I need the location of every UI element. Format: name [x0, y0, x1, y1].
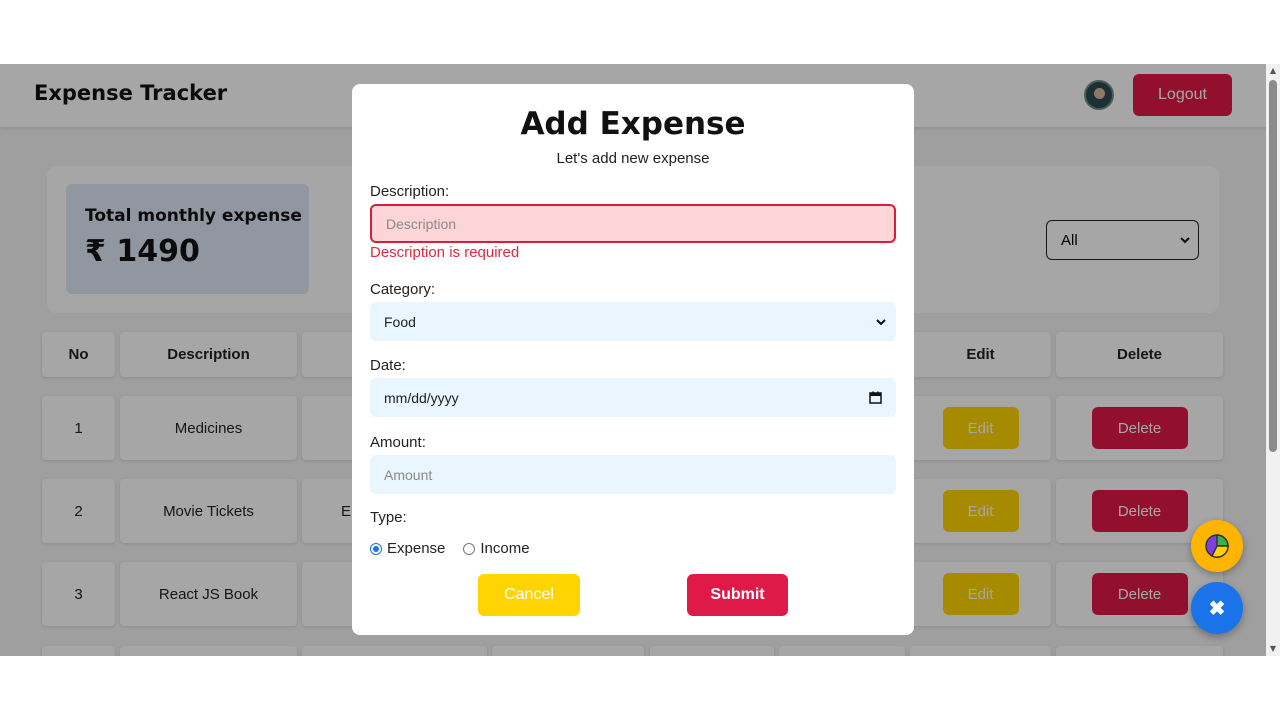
type-expense-radio[interactable]: [370, 542, 382, 555]
scroll-up-icon[interactable]: ▲: [1268, 66, 1278, 76]
submit-button[interactable]: Submit: [687, 574, 788, 616]
category-select-value: Food: [384, 313, 416, 330]
close-fab-button[interactable]: ✖: [1191, 582, 1243, 634]
category-select[interactable]: Food: [370, 302, 896, 341]
type-expense-label[interactable]: Expense: [387, 540, 445, 557]
date-label: Date:: [370, 357, 406, 374]
close-icon: ✖: [1208, 597, 1226, 620]
chart-fab-button[interactable]: [1191, 520, 1243, 572]
description-error: Description is required: [370, 244, 520, 261]
modal-title: Add Expense: [520, 106, 746, 142]
cancel-button[interactable]: Cancel: [478, 574, 580, 616]
expense-tracker-app: Expense Tracker Logout Total monthly exp…: [0, 64, 1266, 656]
description-label: Description:: [370, 183, 450, 200]
scrollbar-thumb[interactable]: [1269, 80, 1277, 452]
type-label: Type:: [370, 509, 407, 526]
category-label: Category:: [370, 281, 436, 298]
chevron-down-icon: [876, 318, 886, 325]
modal-subtitle: Let's add new expense: [556, 150, 710, 167]
date-input-placeholder: mm/dd/yyyy: [384, 389, 459, 406]
pie-chart-icon: [1205, 534, 1229, 558]
amount-label: Amount:: [370, 434, 426, 451]
date-input[interactable]: mm/dd/yyyy: [370, 378, 896, 417]
calendar-icon[interactable]: [869, 391, 882, 404]
scroll-down-icon[interactable]: ▼: [1268, 644, 1278, 654]
type-radio-group: Expense Income: [370, 540, 548, 557]
description-input[interactable]: [370, 204, 896, 243]
type-income-label[interactable]: Income: [480, 540, 529, 557]
vertical-scrollbar[interactable]: ▲ ▼: [1266, 64, 1280, 656]
add-expense-modal: Add Expense Let's add new expense Descri…: [352, 84, 914, 635]
amount-input[interactable]: [370, 455, 896, 494]
browser-viewport: Expense Tracker Logout Total monthly exp…: [0, 64, 1280, 656]
type-income-radio[interactable]: [463, 542, 476, 555]
